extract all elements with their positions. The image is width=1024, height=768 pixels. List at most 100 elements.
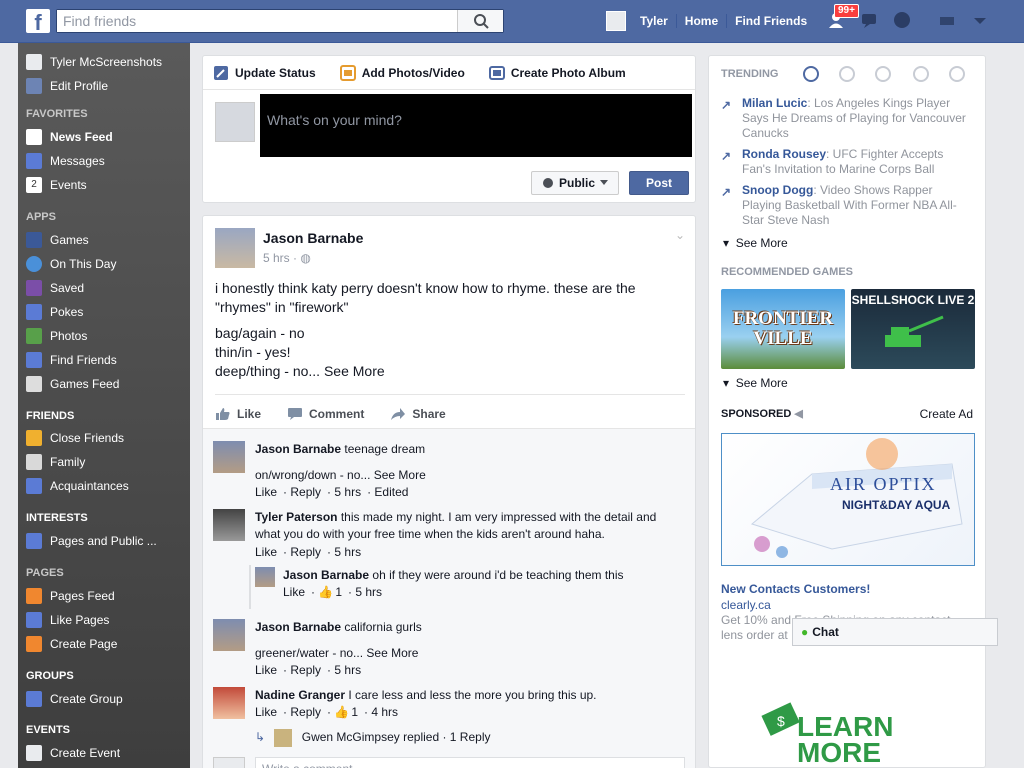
home-link[interactable]: Home <box>677 14 728 28</box>
comment-like-link[interactable]: Like <box>255 485 277 499</box>
ad-title[interactable]: New Contacts Customers! <box>721 582 870 596</box>
game-tile-frontierville[interactable]: FRONTIER VILLE <box>721 289 845 369</box>
commenter-avatar[interactable] <box>255 567 275 587</box>
find-friends-link[interactable]: Find Friends <box>727 14 815 28</box>
commenter-name[interactable]: Nadine Granger <box>255 688 345 702</box>
sidebar-item-saved[interactable]: Saved <box>26 278 186 298</box>
sidebar-item-create-group[interactable]: Create Group <box>26 689 186 709</box>
author-name[interactable]: Jason Barnabe <box>263 230 363 246</box>
tab-create-album[interactable]: Create Photo Album <box>488 65 626 81</box>
sidebar-item-family[interactable]: Family <box>26 452 186 472</box>
profile-link[interactable]: Tyler McScreenshots <box>26 52 186 72</box>
comment-time[interactable]: 5 hrs <box>334 663 361 677</box>
sidebar-item-create-page[interactable]: Create Page <box>26 634 186 654</box>
comment-like-link[interactable]: Like <box>283 585 305 599</box>
trending-item[interactable]: ↗ Snoop Dogg: Video Shows Rapper Playing… <box>721 183 975 228</box>
sidebar-item-like-pages[interactable]: Like Pages <box>26 610 186 630</box>
sidebar-item-messages[interactable]: Messages <box>26 151 186 171</box>
comment-button[interactable]: Comment <box>287 407 364 421</box>
comment-time[interactable]: 4 hrs <box>371 705 398 719</box>
sidebar-item-acquaintances[interactable]: Acquaintances <box>26 476 186 496</box>
commenter-avatar[interactable] <box>213 509 245 541</box>
edit-profile-link[interactable]: Edit Profile <box>26 76 186 96</box>
friend-requests-jewel[interactable]: 99+ <box>826 4 859 32</box>
trending-item[interactable]: ↗ Milan Lucic: Los Angeles Kings Player … <box>721 96 975 141</box>
comment-reply-link[interactable]: Reply <box>290 705 321 719</box>
privacy-jewel[interactable] <box>936 8 960 32</box>
replies-summary[interactable]: ↳ Gwen McGimpsey replied · 1 Reply <box>255 729 496 747</box>
trending-see-more[interactable]: ▾ See More <box>723 236 788 250</box>
chat-tab[interactable]: ● Chat <box>792 618 998 646</box>
sidebar-item-find-friends[interactable]: Find Friends <box>26 350 186 370</box>
sidebar-item-news-feed[interactable]: News Feed <box>26 127 186 147</box>
comment-time[interactable]: 5 hrs <box>355 585 382 599</box>
commenter-name[interactable]: Jason Barnabe <box>283 568 369 582</box>
status-input[interactable]: What's on your mind? <box>260 94 692 157</box>
see-more-link[interactable]: See More <box>324 363 385 379</box>
ad2-image[interactable]: $ LEARN MORE <box>761 696 961 768</box>
search-button[interactable] <box>457 10 503 32</box>
commenter-name[interactable]: Jason Barnabe <box>255 620 341 634</box>
sidebar-item-games[interactable]: Games <box>26 230 186 250</box>
comment-reply-link[interactable]: Reply <box>290 485 321 499</box>
trending-top-icon[interactable] <box>803 66 819 82</box>
commenter-avatar[interactable] <box>213 619 245 651</box>
sidebar-item-events[interactable]: 2 Events <box>26 175 186 195</box>
trend-name[interactable]: Ronda Rousey <box>742 147 826 161</box>
account-menu[interactable] <box>968 8 992 32</box>
audience-selector[interactable]: Public <box>531 171 619 195</box>
sidebar-item-pages-public[interactable]: Pages and Public ... <box>26 531 186 551</box>
story-options-chevron-icon[interactable]: ⌄ <box>675 228 685 242</box>
science-icon[interactable] <box>875 66 891 82</box>
comment-like-link[interactable]: Like <box>255 705 277 719</box>
like-button[interactable]: Like <box>215 407 261 421</box>
game-tile-shellshock[interactable]: SHELLSHOCK LIVE 2 <box>851 289 975 369</box>
commenter-avatar[interactable] <box>213 687 245 719</box>
comment-input[interactable]: Write a comment... <box>255 757 685 768</box>
games-see-more[interactable]: ▾ See More <box>723 376 788 390</box>
share-button[interactable]: Share <box>390 407 446 421</box>
notifications-jewel[interactable] <box>890 8 914 32</box>
post-button[interactable]: Post <box>629 171 689 195</box>
profile-link[interactable]: Tyler <box>632 14 677 28</box>
games-heading: RECOMMENDED GAMES <box>721 266 854 278</box>
see-more-link[interactable]: See More <box>366 646 418 660</box>
commenter-name[interactable]: Tyler Paterson <box>255 510 337 524</box>
sidebar-item-pages-feed[interactable]: Pages Feed <box>26 586 186 606</box>
comment-time[interactable]: 5 hrs <box>334 545 361 559</box>
comment-time[interactable]: 5 hrs <box>334 485 361 499</box>
user-avatar[interactable] <box>606 11 626 31</box>
like-count[interactable]: 1 <box>335 585 342 599</box>
author-avatar[interactable] <box>215 228 255 268</box>
comment-reply-link[interactable]: Reply <box>290 545 321 559</box>
facebook-logo[interactable]: f <box>26 9 50 35</box>
see-more-link[interactable]: See More <box>374 468 426 482</box>
search-input[interactable] <box>57 10 457 32</box>
trending-item[interactable]: ↗ Ronda Rousey: UFC Fighter Accepts Fan'… <box>721 147 975 177</box>
sports-icon[interactable] <box>913 66 929 82</box>
sidebar-item-on-this-day[interactable]: On This Day <box>26 254 186 274</box>
messages-jewel[interactable] <box>858 8 882 32</box>
entertainment-icon[interactable] <box>949 66 965 82</box>
politics-icon[interactable] <box>839 66 855 82</box>
ad-site[interactable]: clearly.ca <box>721 598 771 612</box>
sidebar-item-photos[interactable]: Photos <box>26 326 186 346</box>
sidebar-item-close-friends[interactable]: Close Friends <box>26 428 186 448</box>
tab-update-status[interactable]: Update Status <box>213 65 316 81</box>
post-timestamp[interactable]: 5 hrs <box>263 251 290 265</box>
commenter-name[interactable]: Jason Barnabe <box>255 442 341 456</box>
trend-name[interactable]: Snoop Dogg <box>742 183 813 197</box>
create-ad-link[interactable]: Create Ad <box>920 407 973 421</box>
sidebar-item-pokes[interactable]: Pokes <box>26 302 186 322</box>
comment-reply-link[interactable]: Reply <box>290 663 321 677</box>
comment-like-link[interactable]: Like <box>255 663 277 677</box>
ad-image[interactable]: AIR OPTIX NIGHT&DAY AQUA <box>721 433 975 566</box>
comment-edited[interactable]: Edited <box>374 485 408 499</box>
trend-name[interactable]: Milan Lucic <box>742 96 807 110</box>
comment-like-link[interactable]: Like <box>255 545 277 559</box>
commenter-avatar[interactable] <box>213 441 245 473</box>
sidebar-item-create-event[interactable]: Create Event <box>26 743 186 763</box>
sidebar-item-games-feed[interactable]: Games Feed <box>26 374 186 394</box>
tab-add-photos[interactable]: Add Photos/Video <box>339 64 465 81</box>
like-count[interactable]: 1 <box>351 705 358 719</box>
